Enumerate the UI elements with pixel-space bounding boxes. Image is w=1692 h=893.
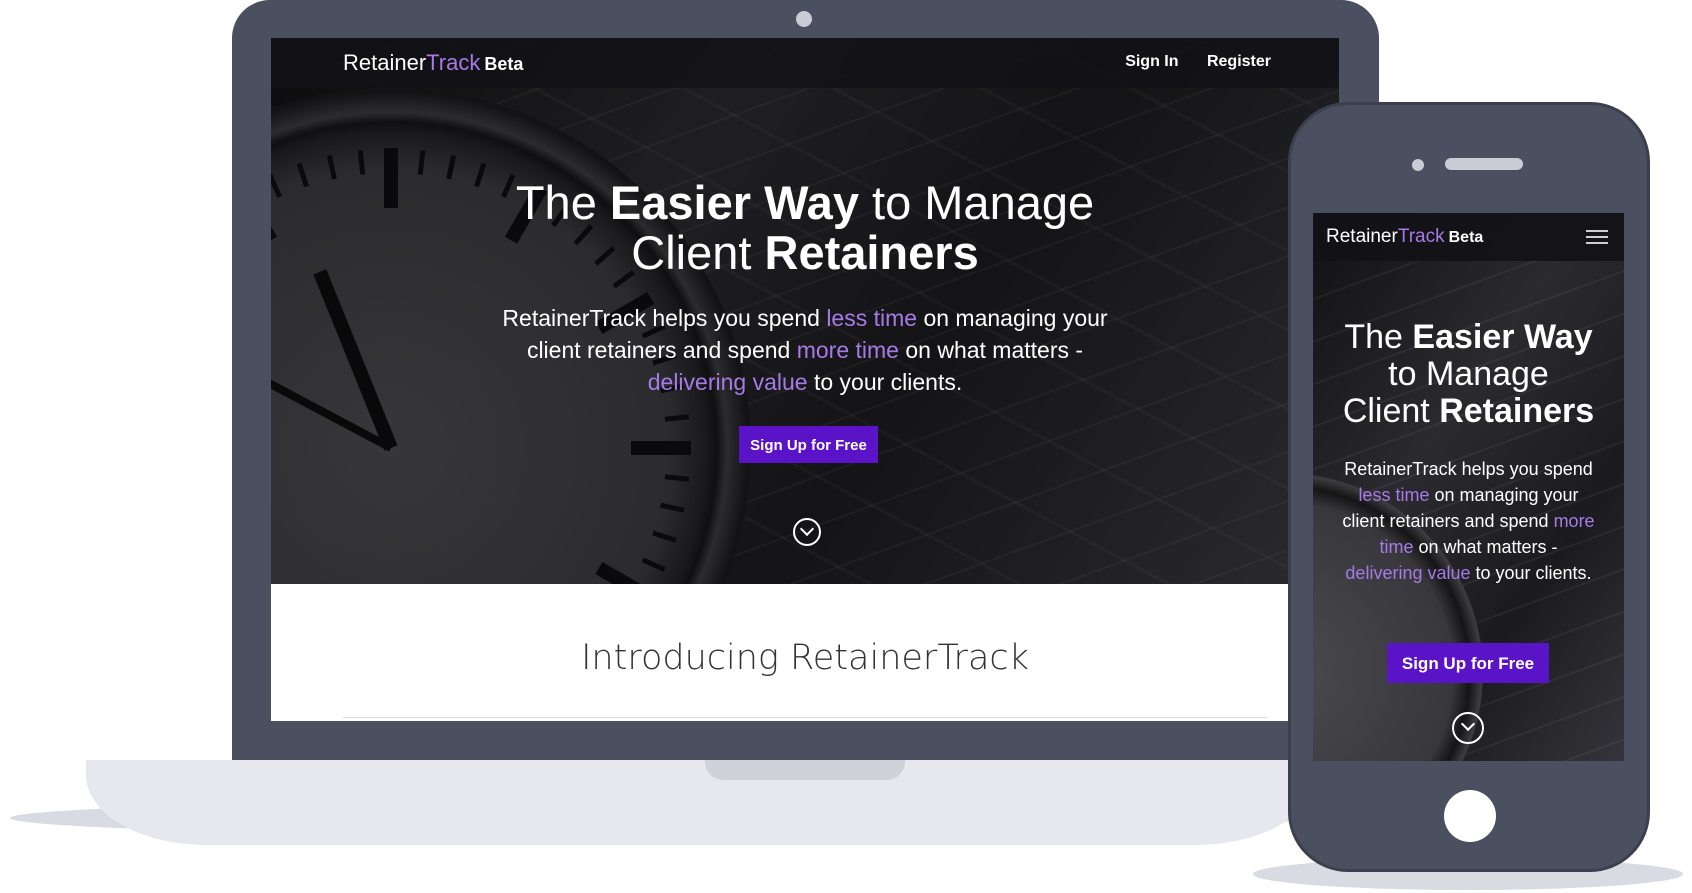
hero-section: RetainerTrack Beta Sign In Register The E… <box>271 38 1339 584</box>
phone-speaker <box>1445 158 1523 170</box>
hero-title-emphasis: Retainers <box>1439 392 1595 430</box>
logo-text-accent: Track <box>426 50 481 75</box>
hero-text-part: on what matters - <box>1413 537 1558 557</box>
hero-title-part: to Manage <box>858 176 1095 229</box>
laptop-base <box>86 760 1316 845</box>
laptop-notch <box>705 760 905 780</box>
hero-text-part: to your clients. <box>1470 563 1592 583</box>
laptop-screen: RetainerTrack Beta Sign In Register The E… <box>271 38 1339 721</box>
section-divider <box>343 717 1267 718</box>
hero-text-part: on what matters - <box>898 337 1084 363</box>
hero-text-highlight: less time <box>1358 485 1430 505</box>
beta-badge: Beta <box>1448 229 1484 246</box>
register-link[interactable]: Register <box>1207 53 1271 70</box>
hero-title-emphasis: Retainers <box>764 226 979 279</box>
brand-logo[interactable]: RetainerTrack Beta <box>1326 226 1483 248</box>
hero-text-part: RetainerTrack helps you spend <box>1344 459 1593 479</box>
hero-title-emphasis: Easier Way <box>1412 318 1593 356</box>
beta-badge: Beta <box>484 54 524 74</box>
hamburger-icon[interactable] <box>1586 230 1608 244</box>
nav-links: Sign In Register <box>1101 53 1271 71</box>
hero-title: The Easier Way to Manage Client Retainer… <box>271 178 1339 278</box>
logo-text-primary: Retainer <box>1326 226 1398 247</box>
hero-text-highlight: delivering value <box>647 369 808 395</box>
chevron-down-icon[interactable] <box>1452 712 1484 744</box>
hero-text-highlight: more time <box>796 337 899 363</box>
hero-text-highlight: delivering value <box>1345 563 1471 583</box>
sign-in-link[interactable]: Sign In <box>1125 53 1178 70</box>
phone-screen: RetainerTrack Beta The Easier Way to Mana… <box>1313 213 1624 761</box>
phone-camera <box>1412 159 1424 171</box>
logo-text-accent: Track <box>1397 226 1445 247</box>
brand-logo[interactable]: RetainerTrack Beta <box>343 50 523 76</box>
hero-title-part: The <box>515 176 610 229</box>
laptop-camera <box>796 11 812 27</box>
hero-description: RetainerTrack helps you spend less time … <box>491 302 1119 398</box>
hero-text-part: to your clients. <box>807 369 963 395</box>
hero-title-emphasis: Easier Way <box>609 176 859 229</box>
phone-home-button <box>1444 790 1496 842</box>
hero-title-part: Client <box>631 226 765 279</box>
logo-text-primary: Retainer <box>343 50 427 75</box>
hero-description: RetainerTrack helps you spend less time … <box>1339 456 1598 586</box>
hero-text-highlight: less time <box>826 305 918 331</box>
signup-button[interactable]: Sign Up for Free <box>739 426 878 463</box>
mobile-navbar: RetainerTrack Beta <box>1313 213 1624 261</box>
hero-title-part: to Manage <box>1388 355 1549 393</box>
chevron-down-icon[interactable] <box>793 518 821 546</box>
hero-text-part: RetainerTrack helps you spend <box>502 305 827 331</box>
hero-title: The Easier Way to Manage Client Retainer… <box>1313 319 1624 430</box>
hero-title-part: The <box>1344 318 1413 356</box>
hero-title-part: Client <box>1342 392 1440 430</box>
intro-heading: Introducing RetainerTrack <box>581 638 1029 678</box>
navbar: RetainerTrack Beta Sign In Register <box>271 38 1339 88</box>
signup-button[interactable]: Sign Up for Free <box>1387 643 1549 683</box>
